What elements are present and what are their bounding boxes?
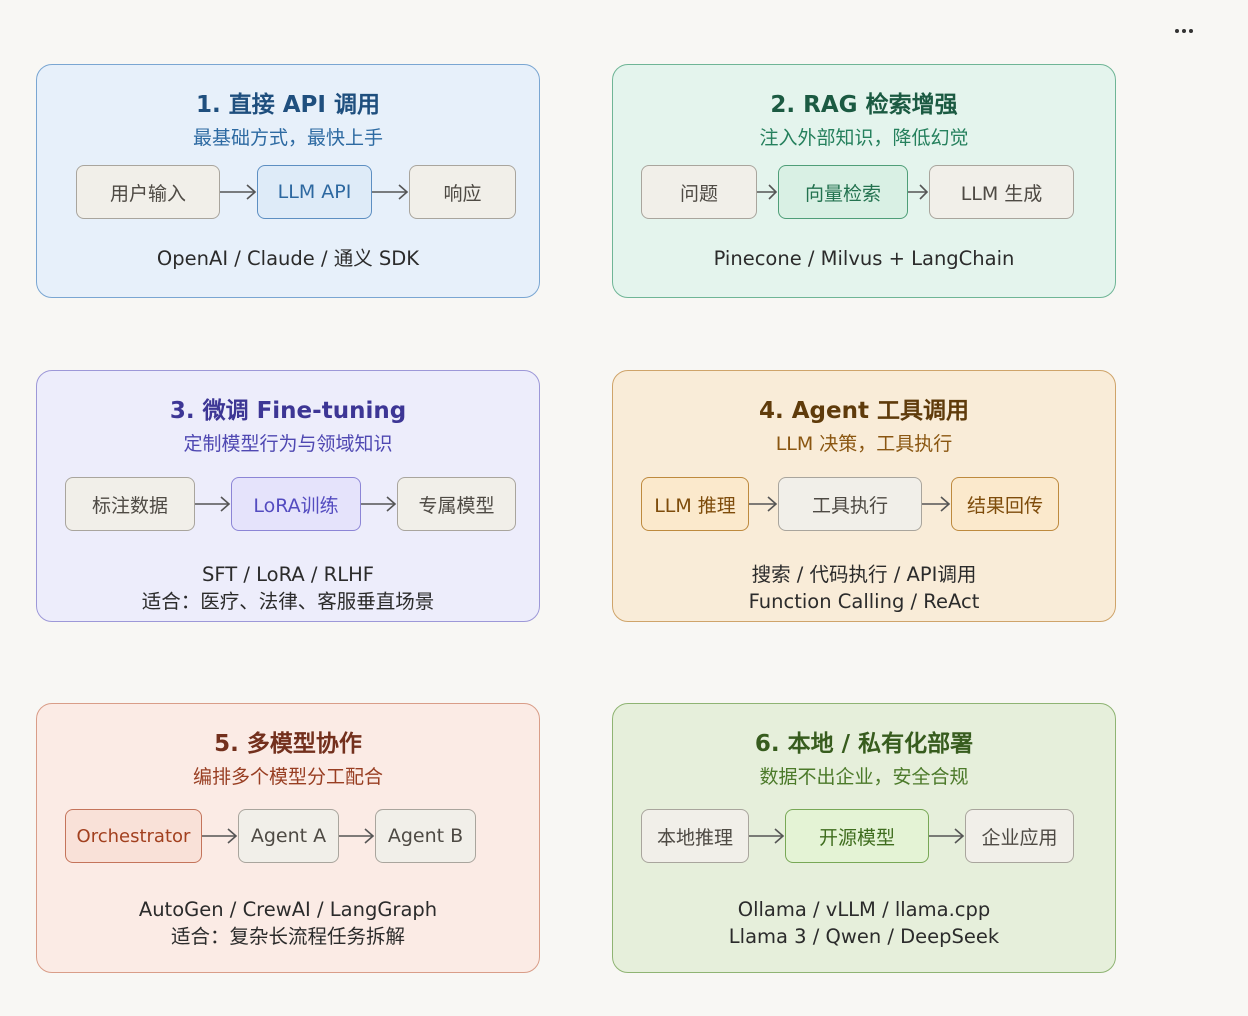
flow-node: 向量检索 — [778, 165, 908, 219]
flow-node: 结果回传 — [951, 477, 1059, 531]
arrow-right-icon — [749, 496, 778, 512]
flow-node: LLM API — [257, 165, 372, 219]
card-title: 4. Agent 工具调用 — [759, 398, 969, 424]
more-options-icon[interactable] — [1168, 20, 1200, 42]
flow-node: 用户输入 — [76, 165, 220, 219]
flow-node: 工具执行 — [778, 477, 922, 531]
card-subtitle: 编排多个模型分工配合 — [192, 766, 383, 788]
arrow-right-icon — [202, 828, 238, 844]
arrow-right-icon — [749, 828, 785, 844]
flow-node: Agent B — [375, 809, 476, 863]
arrow-right-icon — [922, 496, 951, 512]
card-subtitle: 最基础方式，最快上手 — [192, 127, 383, 149]
card-title: 3. 微调 Fine-tuning — [169, 398, 407, 424]
card-footer-line: Pinecone / Milvus + LangChain — [713, 247, 1015, 270]
flow-diagram: 本地推理 开源模型 企业应用 — [613, 809, 1115, 863]
card-title: 5. 多模型协作 — [214, 731, 362, 757]
card-title: 6. 本地 / 私有化部署 — [754, 731, 974, 757]
flow-diagram: 问题 向量检索 LLM 生成 — [613, 165, 1115, 219]
card-multi-model: 5. 多模型协作 编排多个模型分工配合 Orchestrator Agent A… — [36, 703, 540, 973]
card-title: 1. 直接 API 调用 — [196, 92, 380, 118]
arrow-right-icon — [195, 496, 231, 512]
card-footer-line: Ollama / vLLM / llama.cpp — [737, 898, 991, 921]
arrow-right-icon — [220, 184, 257, 200]
flow-node: LLM 推理 — [641, 477, 749, 531]
flow-node: 专属模型 — [397, 477, 516, 531]
flow-diagram: LLM 推理 工具执行 结果回传 — [613, 477, 1115, 531]
card-footer-line: SFT / LoRA / RLHF — [202, 563, 374, 586]
card-subtitle: 数据不出企业，安全合规 — [759, 766, 969, 788]
flow-node: 企业应用 — [965, 809, 1074, 863]
arrow-right-icon — [929, 828, 965, 844]
card-direct-api: 1. 直接 API 调用 最基础方式，最快上手 用户输入 LLM API 响应 … — [36, 64, 540, 298]
flow-node: 问题 — [641, 165, 757, 219]
card-agent-tools: 4. Agent 工具调用 LLM 决策，工具执行 LLM 推理 工具执行 结果… — [612, 370, 1116, 622]
card-footer-line: OpenAI / Claude / 通义 SDK — [156, 247, 420, 270]
flow-node: Orchestrator — [65, 809, 202, 863]
flow-node: LLM 生成 — [929, 165, 1074, 219]
arrow-right-icon — [908, 184, 929, 200]
card-local-deploy: 6. 本地 / 私有化部署 数据不出企业，安全合规 本地推理 开源模型 企业应用… — [612, 703, 1116, 973]
card-footer-line: 搜索 / 代码执行 / API调用 — [751, 563, 977, 586]
flow-node: 本地推理 — [641, 809, 749, 863]
flow-node: 标注数据 — [65, 477, 195, 531]
flow-diagram: Orchestrator Agent A Agent B — [37, 809, 539, 863]
flow-diagram: 用户输入 LLM API 响应 — [37, 165, 539, 219]
arrow-right-icon — [361, 496, 397, 512]
card-subtitle: LLM 决策，工具执行 — [775, 433, 953, 455]
flow-node: LoRA训练 — [231, 477, 361, 531]
card-footer-line: Function Calling / ReAct — [748, 590, 980, 613]
card-footer-line: Llama 3 / Qwen / DeepSeek — [728, 925, 1000, 948]
flow-node: Agent A — [238, 809, 339, 863]
card-footer-line: 适合：医疗、法律、客服垂直场景 — [141, 590, 435, 613]
card-footer-line: 适合：复杂长流程任务拆解 — [170, 925, 405, 948]
card-subtitle: 定制模型行为与领域知识 — [183, 433, 393, 455]
card-fine-tuning: 3. 微调 Fine-tuning 定制模型行为与领域知识 标注数据 LoRA训… — [36, 370, 540, 622]
card-rag: 2. RAG 检索增强 注入外部知识，降低幻觉 问题 向量检索 LLM 生成 P… — [612, 64, 1116, 298]
arrow-right-icon — [757, 184, 778, 200]
card-footer-line: AutoGen / CrewAI / LangGraph — [138, 898, 438, 921]
arrow-right-icon — [372, 184, 409, 200]
card-subtitle: 注入外部知识，降低幻觉 — [759, 127, 969, 149]
card-title: 2. RAG 检索增强 — [770, 92, 958, 118]
flow-diagram: 标注数据 LoRA训练 专属模型 — [37, 477, 539, 531]
flow-node: 响应 — [409, 165, 516, 219]
flow-node: 开源模型 — [785, 809, 929, 863]
arrow-right-icon — [339, 828, 375, 844]
